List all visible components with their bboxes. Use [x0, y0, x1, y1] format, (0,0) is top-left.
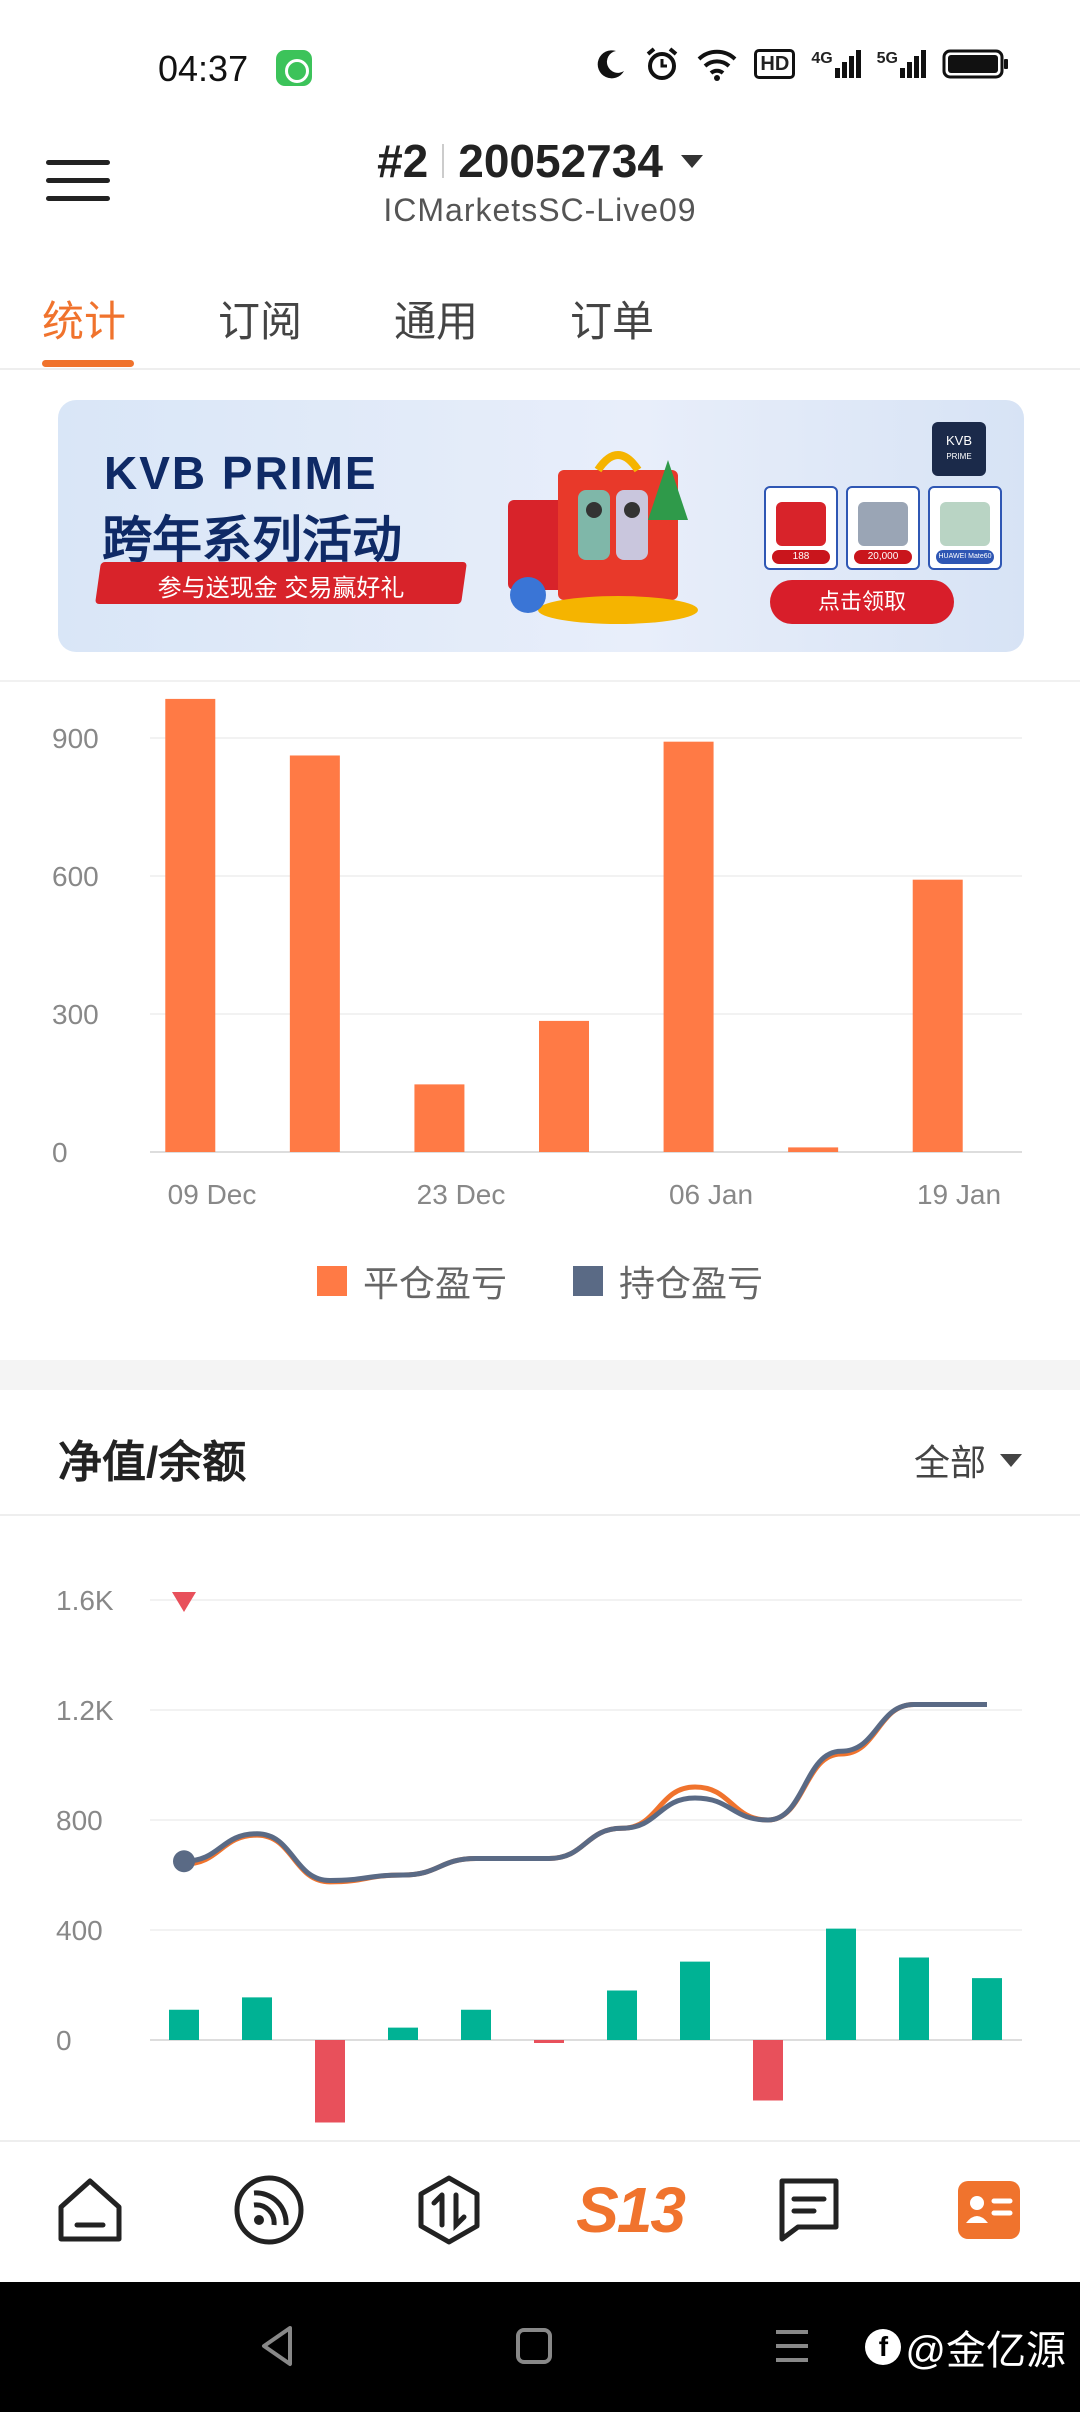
- y-tick-label: 1.6K: [56, 1585, 114, 1616]
- moon-icon: [598, 50, 625, 79]
- bar-closed-pl: [663, 741, 714, 1152]
- bar-daily-gain: [607, 1990, 637, 2040]
- chevron-down-icon: [680, 154, 703, 168]
- trade-icon[interactable]: [409, 2170, 489, 2250]
- promo-banner[interactable]: KVB PRIME 跨年系列活动 参与送现金 交易赢好礼 KVB PRIME 18…: [58, 400, 1024, 652]
- back-icon[interactable]: [256, 2322, 296, 2370]
- legend-label-open: 持仓盈亏: [619, 1263, 764, 1304]
- equity-section-header: 净值/余额 全部: [0, 1390, 1080, 1516]
- battery-icon: [942, 49, 1008, 79]
- x-tick-label: 19 Jan: [917, 1179, 1001, 1210]
- bar-closed-pl: [912, 879, 963, 1152]
- kvb-logo: KVB PRIME: [932, 422, 986, 476]
- system-navigation-bar: f @金亿源: [0, 2282, 1080, 2412]
- y-tick-label: 0: [52, 1137, 68, 1168]
- hd-icon: HD: [754, 49, 796, 79]
- alarm-icon: [647, 47, 678, 80]
- section-title: 净值/余额: [58, 1438, 247, 1487]
- 5g-signal-icon: 5G: [877, 50, 926, 78]
- bar-daily-gain: [680, 1961, 710, 2040]
- start-point-marker: [173, 1850, 195, 1873]
- bar-closed-pl: [289, 755, 340, 1152]
- divider: [442, 144, 445, 178]
- range-filter-label: 全部: [913, 1442, 986, 1483]
- app-notification-icon: [276, 50, 312, 86]
- s13-logo[interactable]: S13: [576, 2170, 686, 2250]
- active-tab-indicator: [42, 360, 134, 367]
- claim-button[interactable]: 点击领取: [770, 580, 954, 624]
- recents-icon[interactable]: [772, 2322, 812, 2370]
- bottom-navigation: S13: [0, 2140, 1080, 2282]
- account-switcher[interactable]: #2 20052734 ICMarketsSC-Live09: [0, 130, 1080, 229]
- tab-subscribe[interactable]: 订阅: [218, 288, 302, 349]
- legend-swatch-open: [573, 1266, 603, 1296]
- legend-open-pl[interactable]: 持仓盈亏: [573, 1255, 763, 1307]
- status-time: 04:37: [158, 48, 249, 89]
- legend-swatch-closed: [316, 1266, 347, 1296]
- bar-daily-gain: [169, 2009, 199, 2040]
- bar-daily-loss: [534, 2040, 564, 2043]
- bar-daily-gain: [826, 1928, 856, 2040]
- status-bar: 04:37 HD 4G 5G: [0, 0, 1080, 130]
- x-tick-label: 06 Jan: [669, 1179, 753, 1210]
- y-tick-label: 400: [56, 1915, 103, 1946]
- equity-balance-chart: 0 400 800 1.2K 1.6K: [56, 1585, 1022, 2123]
- account-index: #2: [377, 135, 429, 187]
- gift-illustration-icon: [508, 451, 698, 624]
- bar-daily-loss: [753, 2040, 783, 2101]
- x-tick-label: 23 Dec: [417, 1179, 506, 1210]
- tab-statistics[interactable]: 统计: [42, 288, 126, 349]
- server-name: ICMarketsSC-Live09: [383, 192, 697, 228]
- banner-title: KVB PRIME: [104, 447, 378, 499]
- watermark: f @金亿源: [865, 2318, 1066, 2376]
- balance-line: [183, 1702, 987, 1885]
- section-divider: [0, 1360, 1080, 1390]
- weibo-logo-icon: f: [865, 2329, 902, 2365]
- x-tick-label: 09 Dec: [168, 1179, 257, 1210]
- legend-closed-pl[interactable]: 平仓盈亏: [316, 1255, 507, 1307]
- bar-closed-pl: [539, 1020, 589, 1152]
- legend-label-closed: 平仓盈亏: [362, 1263, 507, 1304]
- bar-daily-gain: [972, 1978, 1002, 2040]
- bar-daily-gain: [899, 1957, 929, 2040]
- account-id: 20052734: [458, 135, 663, 187]
- bar-daily-gain: [388, 2027, 418, 2040]
- bar-closed-pl: [165, 698, 216, 1152]
- prize-card-redpacket: 188: [764, 486, 838, 570]
- tab-general[interactable]: 通用: [394, 288, 478, 349]
- banner-ribbon-text: 参与送现金 交易赢好礼: [157, 575, 405, 602]
- bar-closed-pl: [414, 1084, 465, 1152]
- chart-legend: 平仓盈亏 持仓盈亏: [0, 1255, 1080, 1307]
- wifi-icon: [698, 49, 737, 81]
- y-tick-label: 1.2K: [56, 1695, 114, 1726]
- y-tick-label: 0: [56, 2025, 72, 2056]
- tab-bar: 统计 订阅 通用 订单: [0, 270, 1080, 370]
- profile-card-icon[interactable]: [949, 2170, 1029, 2250]
- home-icon[interactable]: [50, 2170, 130, 2250]
- bar-closed-pl: [788, 1147, 839, 1152]
- app-header: #2 20052734 ICMarketsSC-Live09: [0, 130, 1080, 255]
- home-square-icon[interactable]: [514, 2322, 554, 2370]
- y-tick-label: 900: [52, 723, 99, 754]
- y-tick-label: 800: [56, 1805, 103, 1836]
- y-tick-label: 600: [52, 861, 99, 892]
- drawdown-marker-icon: [172, 1592, 196, 1612]
- 4g-signal-icon: 4G: [811, 50, 861, 78]
- chevron-down-icon: [1000, 1453, 1022, 1467]
- tab-orders[interactable]: 订单: [570, 288, 654, 349]
- signal-feed-icon[interactable]: [229, 2170, 309, 2250]
- app-screen: 04:37 HD 4G 5G #2 20052734 ICMarketsSC-L…: [0, 0, 1080, 2412]
- y-tick-label: 300: [52, 999, 99, 1030]
- bar-daily-gain: [242, 1997, 272, 2040]
- equity-line: [183, 1702, 987, 1884]
- status-icons: HD 4G 5G: [594, 46, 1010, 82]
- range-filter-dropdown[interactable]: 全部: [914, 1434, 1022, 1486]
- bar-daily-gain: [461, 2009, 491, 2040]
- bar-daily-loss: [315, 2040, 345, 2123]
- messages-icon[interactable]: [769, 2170, 849, 2250]
- prize-card-cash: 20,000: [846, 486, 920, 570]
- prize-card-phone: HUAWEI Mate60: [928, 486, 1002, 570]
